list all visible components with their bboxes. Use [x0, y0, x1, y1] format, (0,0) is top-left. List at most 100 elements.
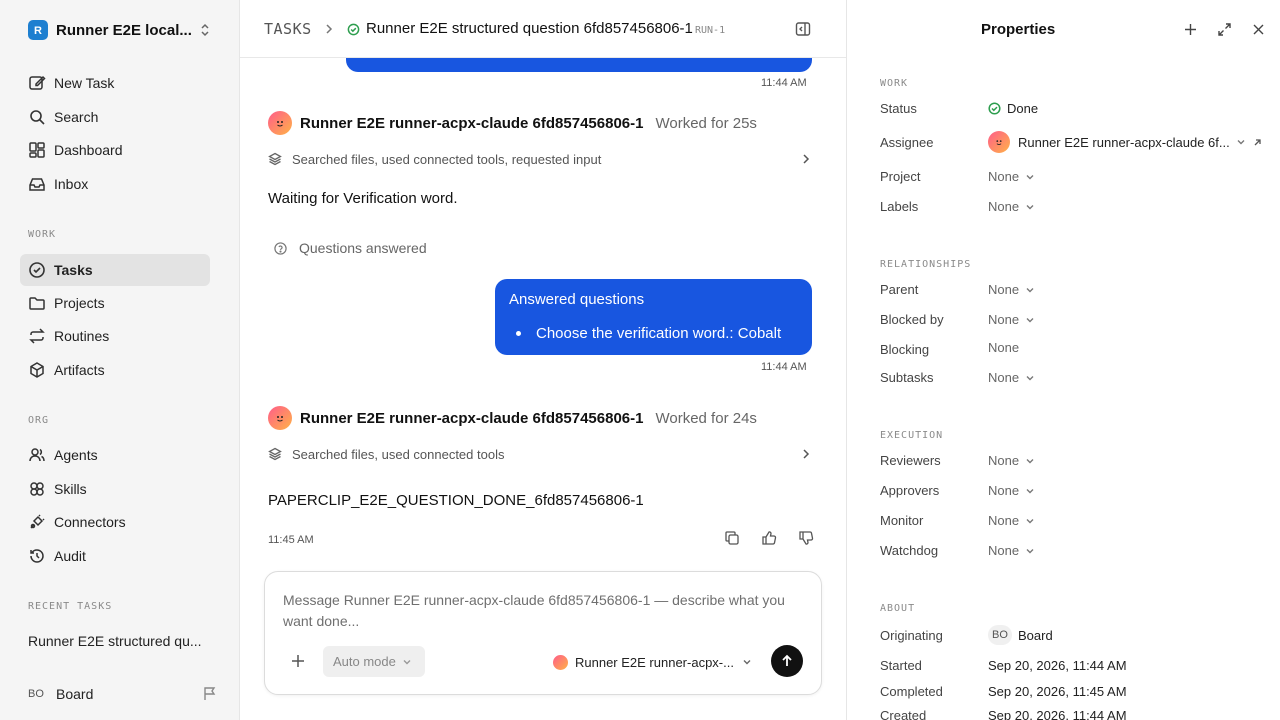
chevron-down-icon — [1026, 317, 1034, 322]
message-timestamp: 11:44 AM — [761, 77, 807, 89]
agent-message-header: Runner E2E runner-acpx-claude 6fd8574568… — [268, 110, 757, 136]
breadcrumb-tasks[interactable]: TASKS — [264, 20, 312, 38]
workspace-logo: R — [28, 20, 48, 40]
chevron-right-icon — [803, 154, 810, 164]
chevron-down-icon — [743, 660, 751, 665]
agent-message-text: PAPERCLIP_E2E_QUESTION_DONE_6fd857456806… — [268, 492, 644, 509]
blocked-by-value[interactable]: None — [988, 312, 1035, 327]
started-value: Sep 20, 2026, 11:44 AM — [988, 658, 1127, 673]
nav-connectors[interactable]: Connectors — [20, 506, 210, 538]
reviewers-value[interactable]: None — [988, 453, 1035, 468]
message-actions — [724, 530, 814, 550]
flag-icon[interactable] — [202, 686, 218, 702]
project-text: None — [988, 169, 1020, 184]
chevron-down-icon — [1026, 174, 1034, 179]
layers-stack-icon — [268, 152, 282, 166]
parent-value[interactable]: None — [988, 282, 1035, 297]
nav-search[interactable]: Search — [20, 101, 210, 133]
close-icon[interactable] — [1251, 22, 1266, 37]
page-title: Runner E2E structured question 6fd857456… — [366, 20, 693, 37]
plus-icon[interactable] — [1183, 22, 1198, 37]
status-value[interactable]: Done — [988, 101, 1038, 116]
agent-name: Runner E2E runner-acpx-claude 6fd8574568… — [300, 409, 644, 427]
approvers-label: Approvers — [880, 483, 940, 498]
assignee-label: Assignee — [880, 135, 934, 150]
nav-label: Artifacts — [54, 362, 105, 378]
nav-tasks[interactable]: Tasks — [20, 254, 210, 286]
assignee-value[interactable]: Runner E2E runner-acpx-claude 6f... — [988, 131, 1246, 153]
chevron-down-icon — [1026, 518, 1034, 523]
recent-task-item[interactable]: Runner E2E structured qu... — [28, 633, 213, 649]
subtasks-value[interactable]: None — [988, 370, 1035, 385]
agent-avatar — [268, 406, 292, 430]
nav-routines[interactable]: Routines — [20, 320, 210, 352]
message-timestamp: 11:44 AM — [761, 361, 807, 373]
nav-projects[interactable]: Projects — [20, 287, 210, 319]
user-menu[interactable]: BO Board — [28, 683, 218, 705]
agent-avatar — [553, 654, 568, 670]
status-done-icon — [347, 23, 360, 36]
plus-icon[interactable] — [291, 654, 305, 668]
search-icon — [30, 110, 45, 125]
nav-label: Skills — [54, 481, 87, 497]
message-timestamp: 11:45 AM — [268, 534, 314, 546]
reviewers-text: None — [988, 453, 1020, 468]
status-done-icon — [988, 102, 1001, 115]
chevron-down-icon — [1026, 375, 1034, 380]
question-circle-icon — [274, 241, 287, 255]
svg-text:R: R — [34, 25, 42, 36]
nav-label: Search — [54, 109, 99, 125]
thumbs-down-icon[interactable] — [798, 530, 814, 546]
labels-value[interactable]: None — [988, 199, 1035, 214]
section-label-relationships: RELATIONSHIPS — [880, 259, 972, 270]
run-badge: RUN-1 — [695, 25, 726, 36]
folder-icon — [29, 297, 45, 310]
labels-label: Labels — [880, 199, 919, 214]
parent-text: None — [988, 282, 1020, 297]
chevron-down-icon — [1026, 204, 1034, 209]
agent-select[interactable]: Runner E2E runner-acpx-... — [553, 652, 753, 672]
send-button[interactable] — [771, 645, 803, 677]
agent-name: Runner E2E runner-acpx-claude 6fd8574568… — [300, 114, 644, 132]
nav-agents[interactable]: Agents — [20, 439, 210, 471]
mode-select[interactable]: Auto mode — [323, 646, 425, 677]
watchdog-label: Watchdog — [880, 543, 939, 558]
thumbs-up-icon[interactable] — [761, 530, 777, 546]
activity-summary[interactable]: Searched files, used connected tools — [268, 443, 812, 465]
assignee-text: Runner E2E runner-acpx-claude 6f... — [1018, 134, 1230, 150]
nav-artifacts[interactable]: Artifacts — [20, 354, 210, 386]
nav-label: Dashboard — [54, 142, 123, 158]
activity-summary[interactable]: Searched files, used connected tools, re… — [268, 148, 812, 170]
nav-label: Routines — [54, 328, 110, 344]
copy-icon[interactable] — [724, 530, 740, 546]
created-label: Created — [880, 708, 927, 720]
chevron-down-icon — [1026, 488, 1034, 493]
project-value[interactable]: None — [988, 169, 1035, 184]
nav-skills[interactable]: Skills — [20, 473, 210, 505]
mode-label: Auto mode — [333, 654, 396, 669]
inbox-icon — [29, 178, 45, 191]
nav-label: Audit — [54, 548, 86, 564]
nav-new-task[interactable]: New Task — [20, 67, 210, 99]
monitor-text: None — [988, 513, 1020, 528]
task-thread: TASKS Runner E2E structured question 6fd… — [240, 0, 846, 720]
message-composer[interactable]: Message Runner E2E runner-acpx-claude 6f… — [264, 571, 822, 695]
chevron-right-icon — [803, 449, 810, 459]
nav-dashboard[interactable]: Dashboard — [20, 134, 210, 166]
breadcrumb: TASKS Runner E2E structured question 6fd… — [240, 0, 846, 58]
expand-icon[interactable] — [1217, 22, 1232, 37]
monitor-value[interactable]: None — [988, 513, 1035, 528]
message-input[interactable]: Message Runner E2E runner-acpx-claude 6f… — [283, 590, 793, 632]
workspace-switcher[interactable]: R Runner E2E local... — [20, 14, 216, 46]
nav-audit[interactable]: Audit — [20, 540, 210, 572]
watchdog-value[interactable]: None — [988, 543, 1035, 558]
approvers-value[interactable]: None — [988, 483, 1035, 498]
nav-label: Agents — [54, 447, 98, 463]
panel-toggle-icon[interactable] — [795, 21, 811, 37]
open-link-icon[interactable] — [1252, 137, 1263, 148]
subtasks-label: Subtasks — [880, 370, 934, 385]
originating-label: Originating — [880, 628, 943, 643]
nav-inbox[interactable]: Inbox — [20, 168, 210, 200]
section-label-recent: RECENT TASKS — [28, 601, 113, 612]
approvers-text: None — [988, 483, 1020, 498]
